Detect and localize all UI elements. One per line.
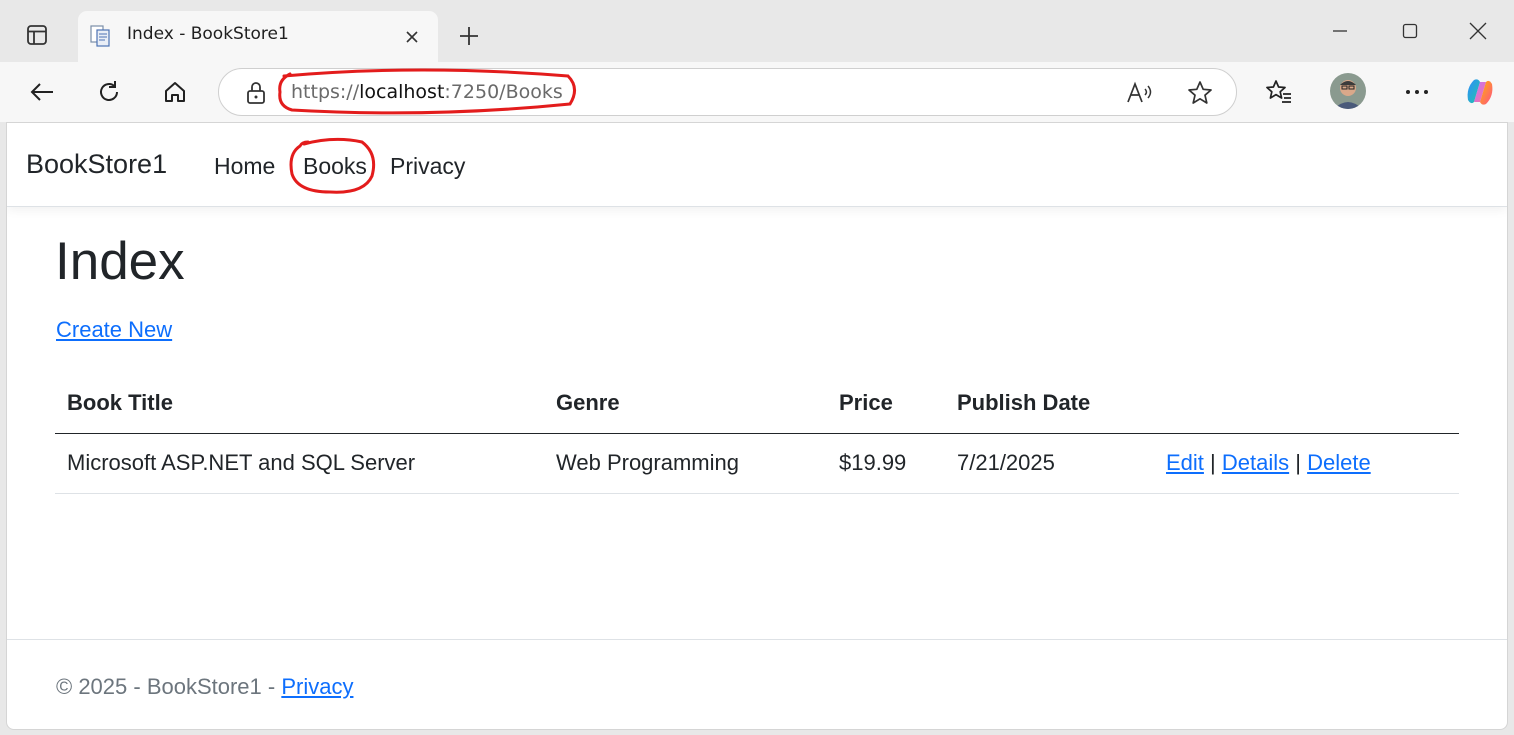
site-footer: © 2025 - BookStore1 - Privacy	[7, 639, 1507, 729]
page-viewport: BookStore1 Home Books Privacy Index Crea…	[6, 122, 1508, 730]
tab-title: Index - BookStore1	[127, 24, 289, 44]
url-text[interactable]: https://localhost:7250/Books	[291, 81, 563, 103]
separator: |	[1210, 450, 1216, 475]
browser-toolbar: https://localhost:7250/Books	[0, 62, 1514, 122]
url-path: :7250/Books	[444, 81, 563, 103]
maximize-icon[interactable]	[1388, 14, 1432, 48]
header-genre: Genre	[544, 373, 827, 434]
details-link[interactable]: Details	[1222, 450, 1289, 475]
read-aloud-icon[interactable]	[1125, 79, 1155, 107]
browser-tab[interactable]: Index - BookStore1	[78, 11, 438, 62]
cell-genre: Web Programming	[544, 433, 827, 494]
site-navbar: BookStore1 Home Books Privacy	[7, 123, 1507, 207]
window-close-icon[interactable]	[1456, 14, 1500, 48]
favorite-star-icon[interactable]	[1185, 79, 1215, 107]
home-icon[interactable]	[156, 74, 194, 110]
header-actions	[1154, 373, 1459, 434]
nav-link-home[interactable]: Home	[214, 153, 275, 180]
cell-price: $19.99	[827, 433, 945, 494]
refresh-icon[interactable]	[90, 74, 128, 110]
lock-icon[interactable]	[243, 79, 269, 107]
nav-link-books[interactable]: Books	[303, 153, 367, 180]
close-icon[interactable]	[400, 25, 424, 49]
create-new-link[interactable]: Create New	[56, 317, 172, 343]
books-table: Book Title Genre Price Publish Date Micr…	[55, 373, 1459, 494]
page-title: Index	[55, 232, 185, 291]
header-book-title: Book Title	[55, 373, 544, 434]
favorites-icon[interactable]	[1260, 74, 1298, 110]
navbar-brand[interactable]: BookStore1	[26, 149, 167, 180]
more-icon[interactable]	[1398, 74, 1436, 110]
edit-link[interactable]: Edit	[1166, 450, 1204, 475]
delete-link[interactable]: Delete	[1307, 450, 1371, 475]
footer-privacy-link[interactable]: Privacy	[281, 674, 353, 699]
address-bar[interactable]: https://localhost:7250/Books	[218, 68, 1237, 116]
footer-copyright: © 2025 - BookStore1 -	[56, 674, 282, 699]
copilot-icon[interactable]	[1462, 74, 1498, 110]
url-scheme: https://	[291, 81, 360, 103]
cell-date: 7/21/2025	[945, 433, 1154, 494]
cell-title: Microsoft ASP.NET and SQL Server	[55, 433, 544, 494]
back-icon[interactable]	[23, 74, 61, 110]
avatar[interactable]	[1330, 73, 1366, 109]
table-header-row: Book Title Genre Price Publish Date	[55, 373, 1459, 434]
sidebar-icon[interactable]	[18, 18, 56, 52]
header-publish-date: Publish Date	[945, 373, 1154, 434]
header-price: Price	[827, 373, 945, 434]
main-content: Index Create New Book Title Genre Price …	[55, 232, 1459, 494]
footer-text: © 2025 - BookStore1 - Privacy	[56, 674, 353, 700]
url-host: localhost	[359, 81, 445, 103]
nav-link-privacy[interactable]: Privacy	[390, 153, 465, 180]
tab-bar: Index - BookStore1	[0, 0, 1514, 62]
separator: |	[1295, 450, 1301, 475]
minimize-icon[interactable]	[1318, 14, 1362, 48]
plus-icon[interactable]	[452, 20, 486, 52]
favicon-icon	[88, 24, 112, 48]
cell-actions: Edit | Details | Delete	[1154, 433, 1459, 494]
table-row: Microsoft ASP.NET and SQL Server Web Pro…	[55, 433, 1459, 494]
